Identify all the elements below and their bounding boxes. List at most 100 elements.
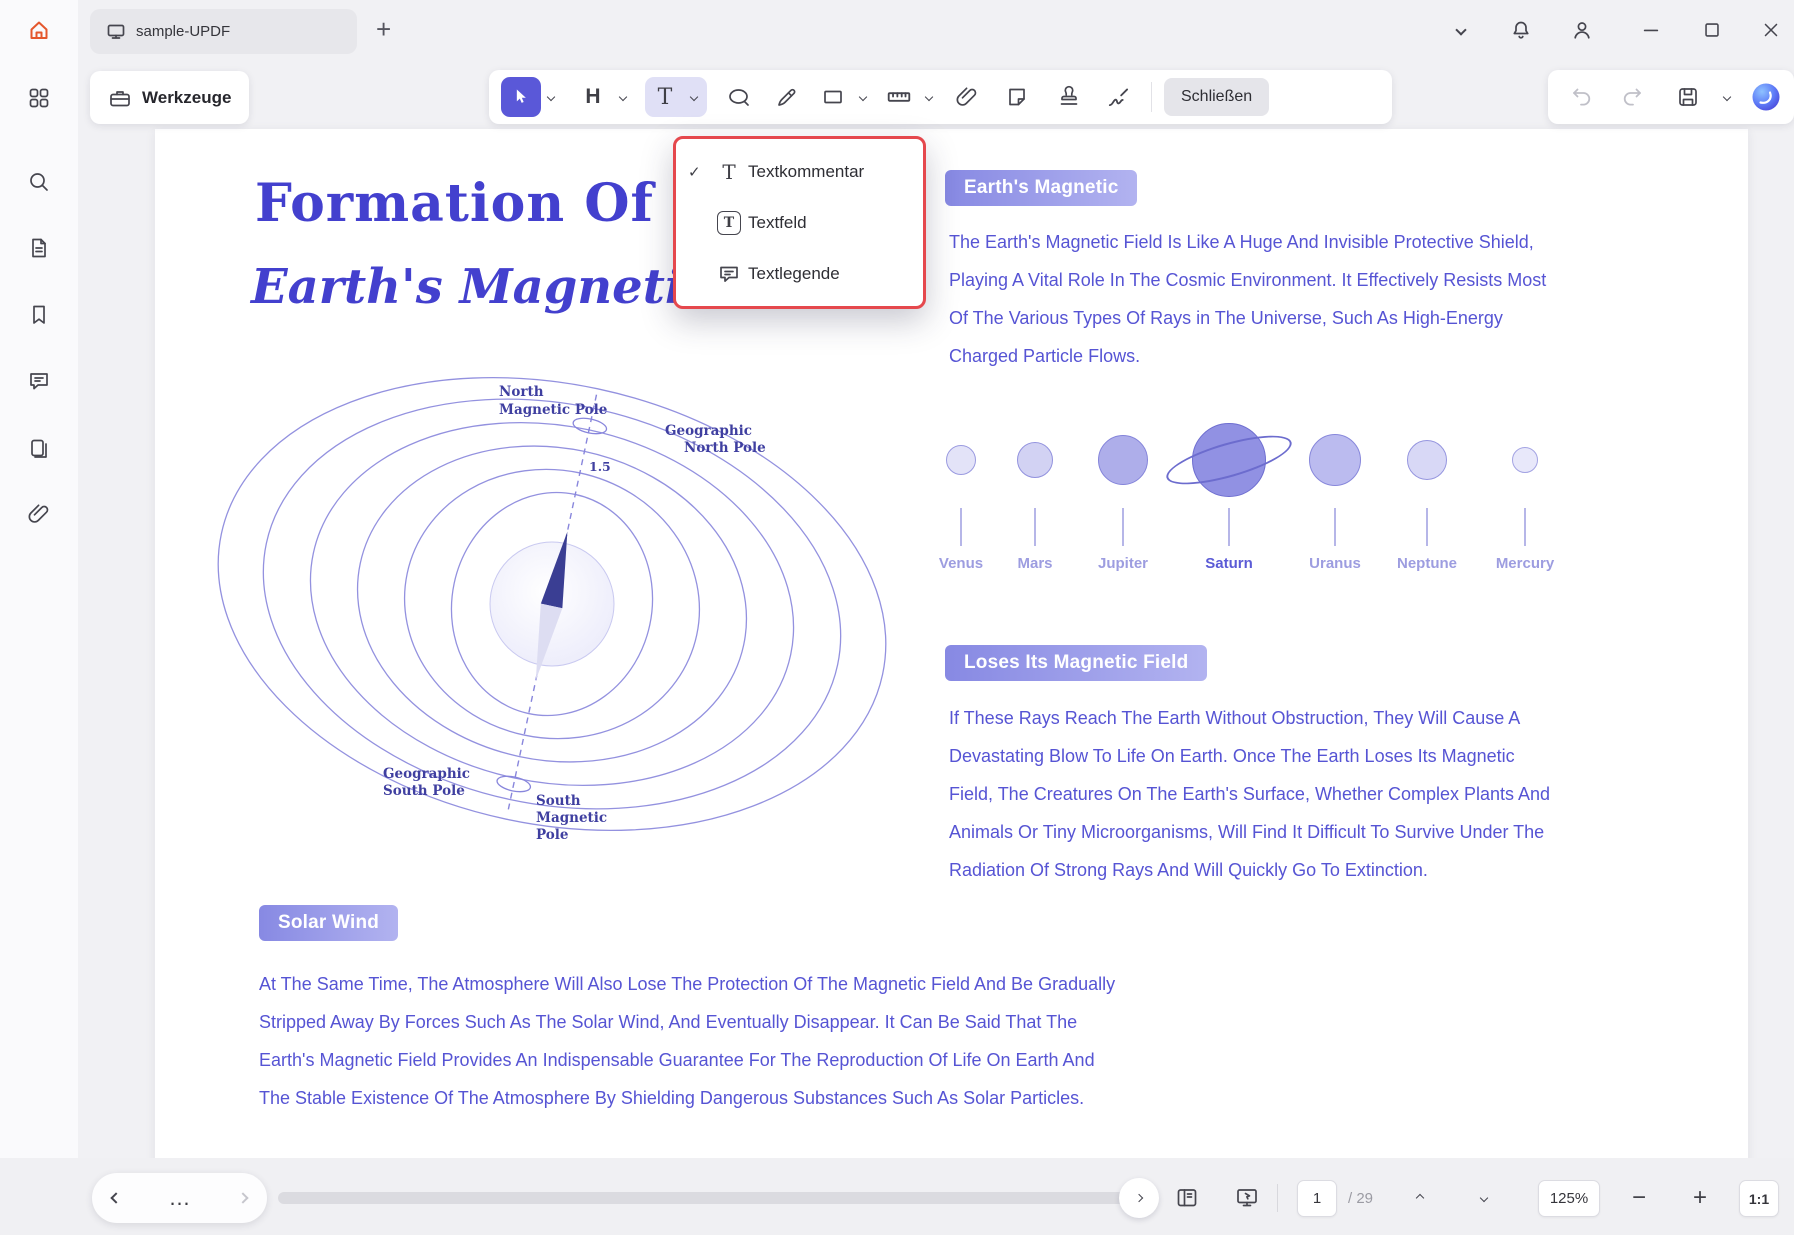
page-nav-pill: …: [92, 1173, 267, 1223]
notifications-button[interactable]: [1500, 9, 1542, 51]
shape-tool-button[interactable]: [813, 77, 853, 117]
rectangle-icon: [824, 90, 842, 104]
select-tool-dropdown[interactable]: [541, 77, 561, 117]
comment-tool-button[interactable]: [719, 77, 759, 117]
paperclip-icon: [956, 87, 977, 106]
planet-label: Saturn: [1205, 555, 1253, 572]
menu-item-label: Textlegende: [748, 263, 840, 283]
zoom-out-button[interactable]: −: [1619, 1178, 1659, 1218]
horizontal-scrollbar[interactable]: [278, 1192, 1124, 1204]
reading-mode-button[interactable]: [1167, 1178, 1207, 1218]
annotation-toolbar: H T Schließen: [489, 70, 1392, 124]
close-window-button[interactable]: [1750, 9, 1792, 51]
person-icon: [1574, 22, 1590, 39]
cursor-icon: [516, 89, 526, 103]
signature-tool-button[interactable]: [1099, 77, 1139, 117]
highlight-tool-button[interactable]: H: [573, 77, 613, 117]
ai-assistant-button[interactable]: [1746, 77, 1786, 117]
tools-menu-label: Werkzeuge: [142, 87, 232, 107]
document-button[interactable]: [17, 226, 61, 270]
expand-controls-button[interactable]: [1119, 1178, 1159, 1218]
page-down-button[interactable]: [1464, 1178, 1504, 1218]
section-paragraph: If These Rays Reach The Earth Without Ob…: [949, 708, 1551, 880]
slideshow-button[interactable]: [1227, 1178, 1267, 1218]
text-box-icon: T: [717, 210, 741, 235]
search-button[interactable]: [17, 160, 61, 204]
new-tab-button[interactable]: +: [376, 14, 391, 45]
stamp-icon: [1060, 85, 1078, 105]
tools-menu-button[interactable]: Werkzeuge: [90, 71, 250, 124]
redo-button[interactable]: [1612, 77, 1652, 117]
sticker-tool-button[interactable]: [997, 77, 1037, 117]
zoom-level-input[interactable]: 125%: [1538, 1180, 1600, 1217]
highlight-tool-dropdown[interactable]: [613, 77, 633, 117]
maximize-icon: [1705, 23, 1719, 37]
stamp-tool-button[interactable]: [1049, 77, 1089, 117]
bell-icon: [1513, 21, 1529, 39]
search-icon: [30, 173, 48, 191]
highlight-icon: H: [585, 85, 601, 108]
chevron-down-icon: [1455, 24, 1467, 36]
apps-grid-button[interactable]: [17, 76, 61, 120]
pdf-page: Formation Of Th Earth's Magnetic F North…: [155, 129, 1748, 1235]
ai-logo-icon: [1752, 83, 1780, 111]
more-pages-button[interactable]: …: [169, 1187, 191, 1209]
planet-jupiter-circle: [1098, 435, 1148, 485]
minimize-button[interactable]: [1630, 9, 1672, 51]
chevron-down-icon: [858, 92, 868, 102]
measure-tool-dropdown[interactable]: [919, 77, 939, 117]
home-button[interactable]: [17, 8, 61, 52]
previous-page-button[interactable]: [110, 1192, 122, 1204]
text-tool-group: T: [645, 77, 707, 117]
bookmark-button[interactable]: [17, 293, 61, 337]
document-tab[interactable]: sample-UPDF: [90, 9, 357, 54]
label-geographic-south-pole: Geographic: [383, 766, 470, 782]
bookmark-icon: [33, 305, 45, 324]
menu-item-textfeld[interactable]: T Textfeld: [676, 197, 923, 248]
text-tool-dropdown[interactable]: [685, 77, 703, 117]
comment-button[interactable]: [17, 359, 61, 403]
presentation-icon: [1237, 1189, 1257, 1207]
tab-title: sample-UPDF: [136, 23, 231, 40]
ellipse-comment-icon: [729, 89, 749, 106]
planet-label: Mercury: [1495, 555, 1555, 572]
page-thumbnail-button[interactable]: [17, 427, 61, 471]
actual-size-button[interactable]: 1:1: [1739, 1180, 1779, 1217]
menu-item-label: Textfeld: [748, 212, 807, 232]
undo-button[interactable]: [1562, 77, 1602, 117]
home-icon: [30, 21, 48, 39]
text-tool-button[interactable]: T: [645, 77, 685, 117]
signature-icon: [1108, 88, 1129, 107]
select-tool-button[interactable]: [501, 77, 541, 117]
save-dropdown[interactable]: [1718, 77, 1736, 117]
chevron-down-icon: [546, 92, 556, 102]
planet-label: Jupiter: [1097, 555, 1148, 572]
text-comment-icon: T: [722, 159, 736, 184]
book-layout-icon: [1177, 1189, 1197, 1207]
undo-icon: [1573, 88, 1591, 106]
close-edit-button[interactable]: Schließen: [1164, 78, 1270, 116]
planet-mercury-circle: [1512, 447, 1538, 473]
measure-tool-button[interactable]: [879, 77, 919, 117]
shape-tool-dropdown[interactable]: [853, 77, 873, 117]
pen-tool-button[interactable]: [767, 77, 807, 117]
account-button[interactable]: [1561, 9, 1603, 51]
page-number-input[interactable]: 1: [1297, 1180, 1337, 1217]
maximize-button[interactable]: [1691, 9, 1733, 51]
planet-saturn-circle: [1161, 423, 1297, 497]
next-page-button[interactable]: [237, 1192, 249, 1204]
page-up-button[interactable]: [1400, 1178, 1440, 1218]
zoom-in-button[interactable]: +: [1680, 1178, 1720, 1218]
attach-file-button[interactable]: [947, 77, 987, 117]
attachment-button[interactable]: [17, 492, 61, 536]
chevron-down-icon: [689, 92, 699, 102]
svg-text:Magnetic: Magnetic: [536, 810, 607, 826]
pen-icon: [778, 88, 796, 106]
label-tilt-value: 1.5: [589, 459, 611, 474]
menu-item-textlegende[interactable]: Textlegende: [676, 248, 923, 299]
sticker-icon: [1009, 88, 1025, 106]
planet-mars-circle: [1017, 442, 1053, 478]
menu-item-textkommentar[interactable]: ✓ T Textkommentar: [676, 146, 923, 197]
save-button[interactable]: [1668, 77, 1708, 117]
toolbar-collapse-button[interactable]: [1440, 9, 1482, 51]
